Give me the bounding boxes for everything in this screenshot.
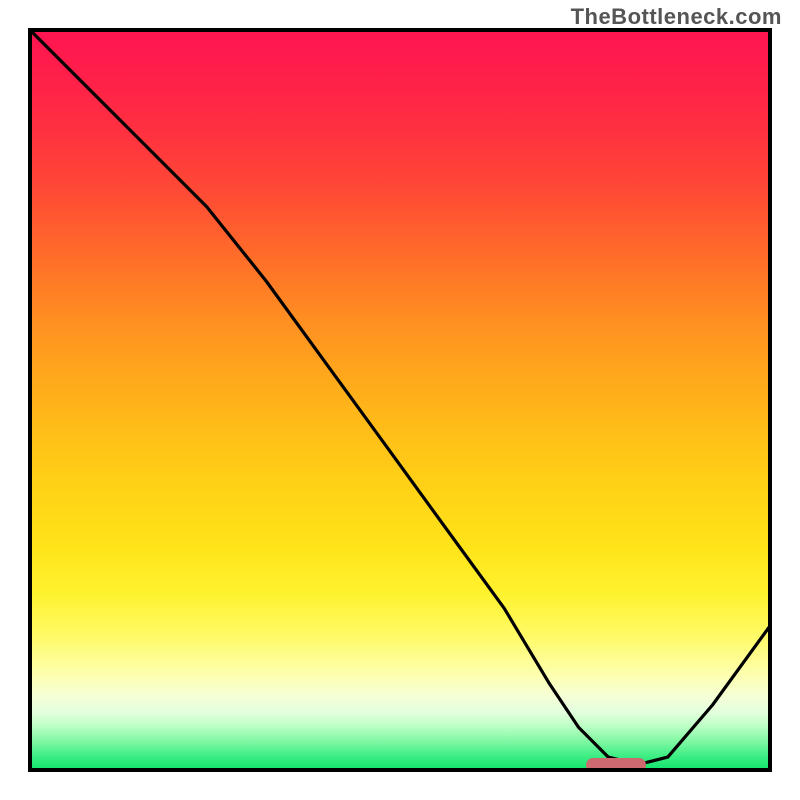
chart-root: TheBottleneck.com: [0, 0, 800, 800]
watermark-text: TheBottleneck.com: [571, 4, 782, 30]
bottleneck-curve: [28, 28, 772, 772]
plot-area: [28, 28, 772, 772]
optimal-marker: [586, 758, 646, 772]
curve-path: [28, 28, 772, 765]
